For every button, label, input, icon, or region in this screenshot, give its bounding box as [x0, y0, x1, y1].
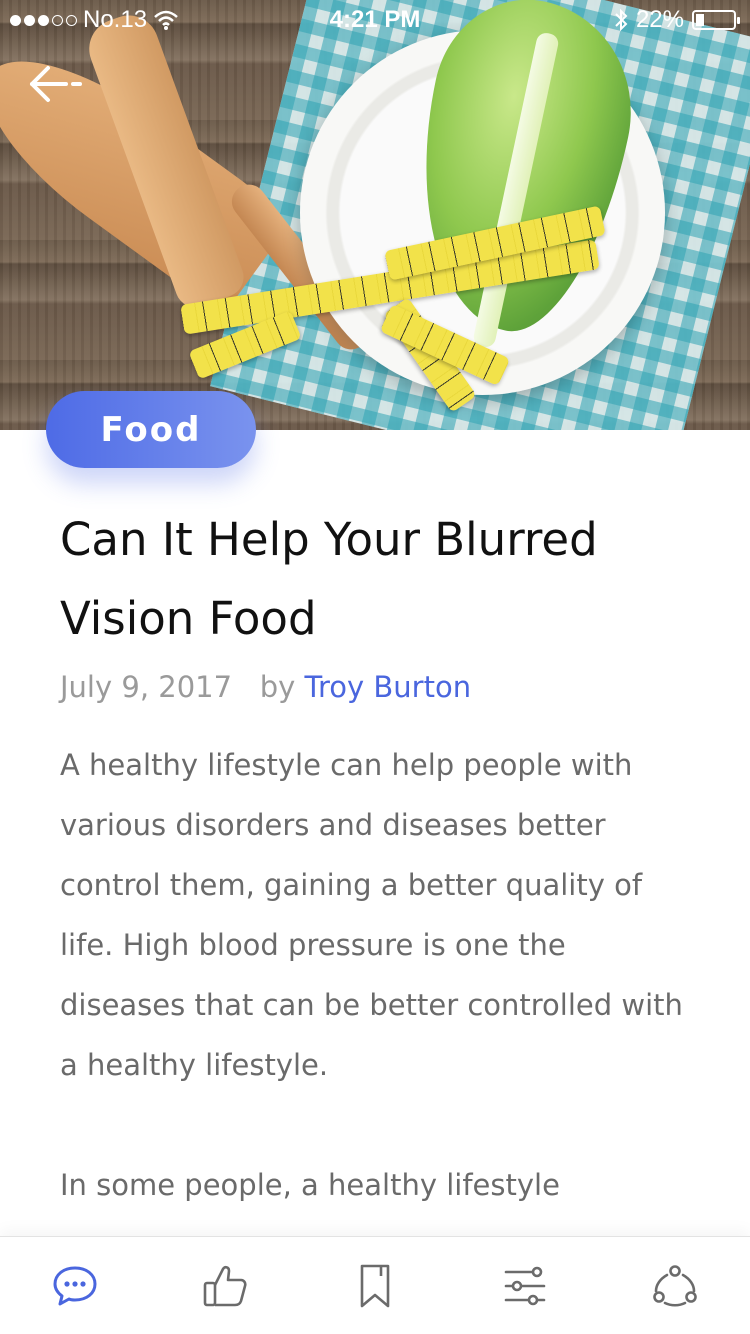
back-button[interactable] [26, 62, 86, 106]
hero-image [0, 0, 750, 430]
bluetooth-icon [615, 8, 628, 32]
tab-share[interactable] [635, 1246, 715, 1326]
category-tag[interactable]: Food [46, 391, 256, 468]
status-right: 22% [614, 6, 740, 34]
thumbs-up-icon [203, 1265, 247, 1306]
comment-icon [53, 1266, 97, 1305]
sliders-icon [504, 1266, 546, 1305]
bottom-tab-bar [0, 1236, 750, 1334]
battery-percent: 22% [635, 6, 684, 33]
tab-settings[interactable] [485, 1246, 565, 1326]
tab-bookmark[interactable] [335, 1246, 415, 1326]
by-label: by [259, 670, 296, 704]
article-title: Can It Help Your Blurred Vision Food [60, 513, 598, 645]
bookmark-icon [360, 1264, 390, 1307]
article-date: July 9, 2017 [60, 670, 233, 704]
article-paragraph: A healthy lifestyle can help people with… [60, 748, 683, 1082]
article-paragraph: In some people, a healthy lifestyle [60, 1168, 560, 1202]
article-meta: July 9, 2017 by Troy Burton [60, 670, 471, 704]
tab-comments[interactable] [35, 1246, 115, 1326]
tab-like[interactable] [185, 1246, 265, 1326]
author-link[interactable]: Troy Burton [305, 670, 472, 704]
back-arrow-icon [30, 66, 82, 102]
status-bar: No.13 4:21 PM 22% [0, 0, 750, 40]
share-icon [653, 1264, 697, 1307]
battery-icon [692, 10, 740, 30]
battery-fill [696, 14, 704, 26]
